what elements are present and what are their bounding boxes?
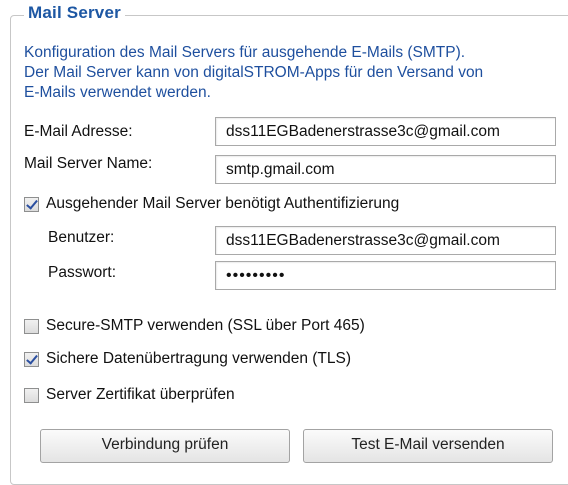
server-name-field[interactable] [215, 155, 556, 184]
auth-required-label: Ausgehender Mail Server benötigt Authent… [46, 195, 400, 212]
section-description: Konfiguration des Mail Servers für ausge… [24, 43, 554, 103]
tls-option[interactable]: Sichere Datenübertragung verwenden (TLS) [24, 349, 351, 369]
verify-cert-checkbox[interactable] [24, 387, 39, 403]
user-field[interactable] [215, 226, 556, 255]
verify-cert-option[interactable]: Server Zertifikat überprüfen [24, 385, 235, 405]
secure-smtp-checkbox[interactable] [24, 318, 39, 334]
tls-checkbox[interactable] [24, 351, 39, 367]
password-label: Passwort: [48, 264, 117, 281]
server-name-label: Mail Server Name: [24, 155, 153, 172]
auth-required-checkbox[interactable] [24, 196, 39, 212]
secure-smtp-option[interactable]: Secure-SMTP verwenden (SSL über Port 465… [24, 316, 365, 336]
send-test-mail-button[interactable]: Test E-Mail versenden [303, 429, 553, 463]
password-field[interactable] [215, 261, 556, 290]
user-label: Benutzer: [48, 229, 115, 246]
secure-smtp-label: Secure-SMTP verwenden (SSL über Port 465… [46, 317, 365, 334]
description-line-3: E-Mails verwendet werden. [24, 84, 211, 101]
auth-required-option[interactable]: Ausgehender Mail Server benötigt Authent… [24, 194, 399, 214]
test-connection-button[interactable]: Verbindung prüfen [40, 429, 290, 463]
description-line-2: Der Mail Server kann von digitalSTROM-Ap… [24, 64, 484, 81]
tls-label: Sichere Datenübertragung verwenden (TLS) [46, 350, 352, 367]
section-title: Mail Server [24, 3, 125, 23]
description-line-1: Konfiguration des Mail Servers für ausge… [24, 44, 466, 61]
email-label: E-Mail Adresse: [24, 123, 133, 140]
verify-cert-label: Server Zertifikat überprüfen [46, 386, 235, 403]
email-field[interactable] [215, 117, 556, 146]
